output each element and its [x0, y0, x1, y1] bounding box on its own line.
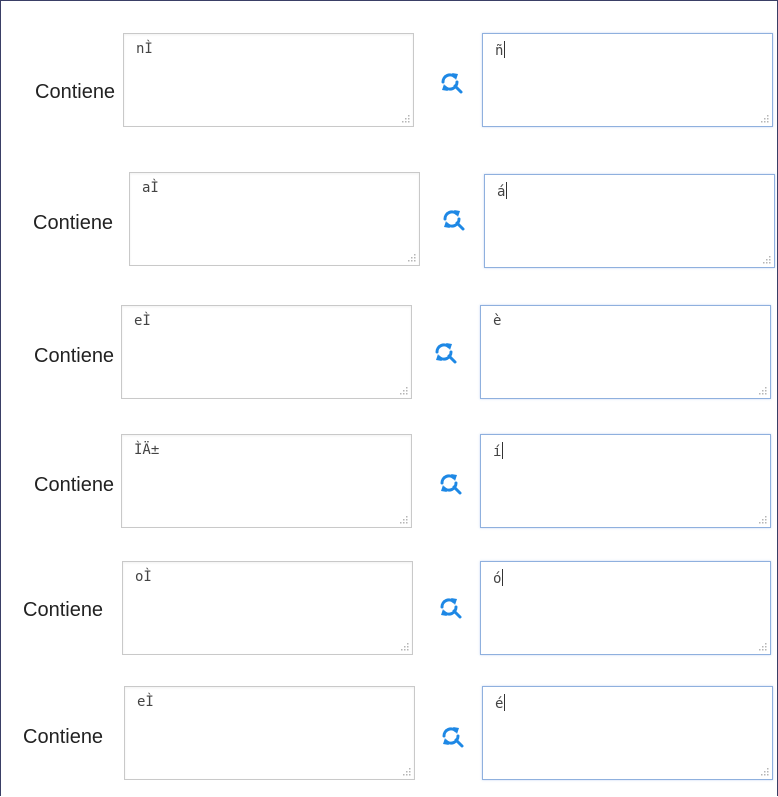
contains-label: Contiene: [33, 212, 114, 234]
resize-grip-icon[interactable]: [402, 115, 410, 123]
resize-grip-icon[interactable]: [761, 768, 769, 776]
find-textarea[interactable]: oÌ: [122, 561, 413, 655]
resize-grip-icon[interactable]: [763, 256, 771, 264]
replace-rule-row: Contiene oÌ ó: [0, 561, 778, 661]
replace-rule-row: Contiene nÌ ñ: [0, 33, 778, 133]
resize-grip-icon[interactable]: [759, 516, 767, 524]
replace-text: í: [493, 444, 502, 460]
replace-text: ñ: [495, 43, 504, 59]
find-text: eÌ: [134, 313, 151, 329]
find-textarea[interactable]: eÌ: [124, 686, 415, 780]
refresh-search-icon[interactable]: [438, 70, 464, 96]
refresh-search-icon[interactable]: [437, 471, 463, 497]
replace-text: á: [497, 184, 506, 200]
text-cursor: [502, 442, 504, 459]
text-cursor: [504, 694, 506, 711]
replace-textarea[interactable]: é: [482, 686, 773, 780]
text-cursor: [506, 182, 508, 199]
find-text: aÌ: [142, 180, 159, 196]
find-textarea[interactable]: eÌ: [121, 305, 412, 399]
find-textarea[interactable]: ÌÄ±: [121, 434, 412, 528]
replace-rule-row: Contiene eÌ è: [0, 305, 778, 405]
resize-grip-icon[interactable]: [408, 254, 416, 262]
find-textarea[interactable]: nÌ: [123, 33, 414, 127]
find-text: nÌ: [136, 41, 153, 57]
replace-textarea[interactable]: í: [480, 434, 771, 528]
find-textarea[interactable]: aÌ: [129, 172, 420, 266]
replace-textarea[interactable]: ñ: [482, 33, 773, 127]
replace-textarea[interactable]: á: [484, 174, 775, 268]
resize-grip-icon[interactable]: [400, 516, 408, 524]
contains-label: Contiene: [23, 726, 104, 748]
find-text: oÌ: [135, 569, 152, 585]
resize-grip-icon[interactable]: [759, 643, 767, 651]
replace-rule-row: Contiene ÌÄ± í: [0, 434, 778, 534]
refresh-search-icon[interactable]: [440, 207, 466, 233]
resize-grip-icon[interactable]: [401, 643, 409, 651]
contains-label: Contiene: [35, 81, 116, 103]
refresh-search-icon[interactable]: [437, 595, 463, 621]
resize-grip-icon[interactable]: [759, 387, 767, 395]
replace-text: è: [493, 313, 502, 329]
refresh-search-icon[interactable]: [439, 724, 465, 750]
text-cursor: [502, 569, 504, 586]
find-text: ÌÄ±: [134, 442, 160, 458]
replace-textarea[interactable]: è: [480, 305, 771, 399]
resize-grip-icon[interactable]: [400, 387, 408, 395]
contains-label: Contiene: [23, 599, 104, 621]
refresh-search-icon[interactable]: [432, 340, 458, 366]
contains-label: Contiene: [34, 474, 115, 496]
resize-grip-icon[interactable]: [761, 115, 769, 123]
contains-label: Contiene: [34, 345, 115, 367]
replace-text: ó: [493, 571, 502, 587]
replace-rule-row: Contiene aÌ á: [0, 172, 778, 272]
replace-textarea[interactable]: ó: [480, 561, 771, 655]
find-text: eÌ: [137, 694, 154, 710]
replace-rule-row: Contiene eÌ é: [0, 686, 778, 786]
text-cursor: [504, 41, 506, 58]
resize-grip-icon[interactable]: [403, 768, 411, 776]
replace-text: é: [495, 696, 504, 712]
